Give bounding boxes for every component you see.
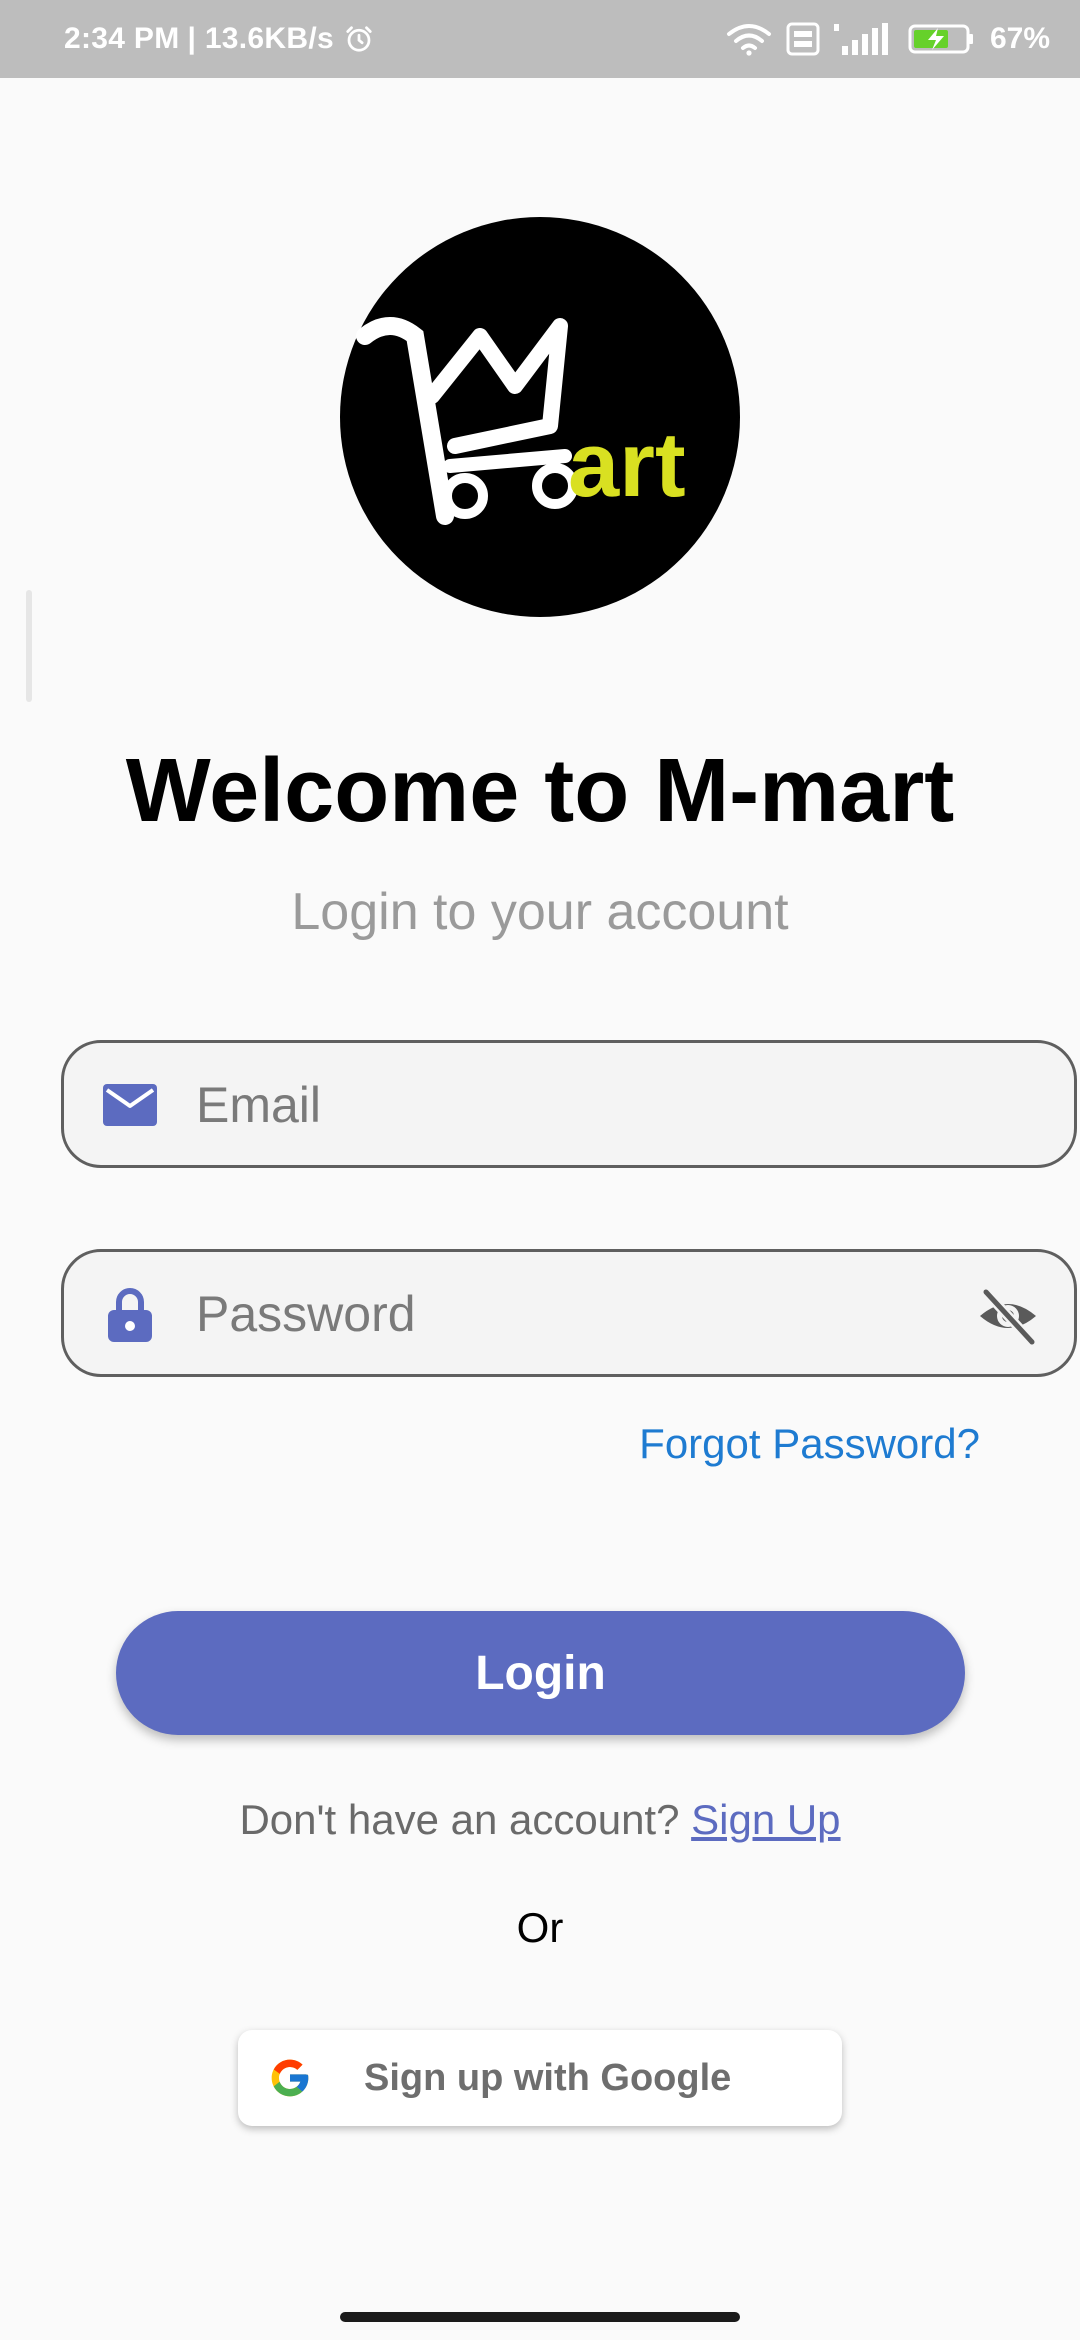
- status-left: 2:34 PM | 13.6KB/s: [64, 0, 374, 78]
- alarm-icon: [346, 26, 372, 52]
- page-title: Welcome to M-mart: [125, 741, 955, 841]
- status-right: 67%: [726, 0, 1050, 78]
- password-input[interactable]: [194, 1266, 958, 1362]
- mail-icon: [103, 1084, 157, 1126]
- network-speed: | 13.6KB/s: [187, 22, 334, 55]
- email-field[interactable]: [61, 1040, 1077, 1168]
- scroll-indicator: [26, 590, 32, 702]
- status-bar: 2:34 PM | 13.6KB/s 67%: [0, 0, 1080, 78]
- forgot-password-link[interactable]: Forgot Password?: [639, 1420, 980, 1468]
- signal-icon: [833, 23, 888, 55]
- wifi-icon: [726, 24, 771, 56]
- signup-prompt: Don't have an account?: [239, 1796, 680, 1843]
- battery-percent: 67%: [989, 22, 1050, 55]
- signup-link[interactable]: Sign Up: [691, 1796, 840, 1843]
- google-icon: [271, 2059, 309, 2097]
- home-indicator[interactable]: [340, 2312, 740, 2322]
- google-signup-label: Sign up with Google: [364, 2057, 732, 2099]
- lock-icon: [108, 1288, 152, 1342]
- google-signup-button[interactable]: Sign up with Google: [238, 2030, 842, 2126]
- battery-icon: [908, 24, 973, 54]
- signup-row: Don't have an account? Sign Up: [0, 1796, 1080, 1844]
- email-input[interactable]: [194, 1057, 958, 1153]
- page-subtitle: Login to your account: [291, 883, 789, 941]
- eye-off-icon[interactable]: [976, 1284, 1040, 1348]
- logo-text: art: [568, 414, 686, 516]
- login-button[interactable]: Login: [116, 1611, 965, 1735]
- volte-icon: [786, 22, 820, 56]
- mart-logo: art: [340, 217, 740, 617]
- status-time: 2:34 PM: [64, 22, 180, 55]
- or-divider: Or: [516, 1904, 564, 1951]
- password-field[interactable]: [61, 1249, 1077, 1377]
